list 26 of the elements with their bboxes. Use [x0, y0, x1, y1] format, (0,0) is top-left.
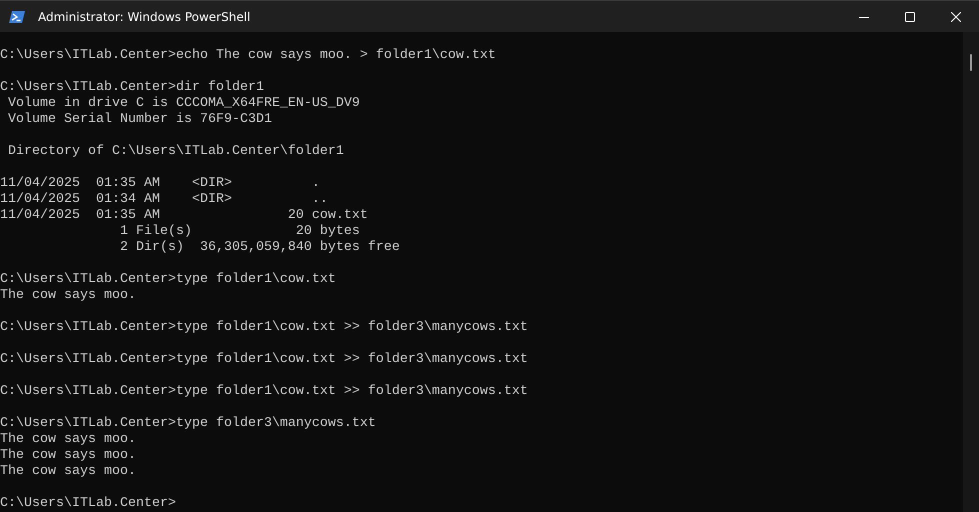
- window-title: Administrator: Windows PowerShell: [38, 10, 250, 24]
- console-line: C:\Users\ITLab.Center>type folder3\manycows.txt: [0, 416, 376, 431]
- console-line: 2 Dir(s) 36,305,059,840 bytes free: [118, 240, 400, 255]
- console-line: The cow says moo.: [0, 288, 136, 303]
- maximize-icon: [905, 12, 915, 22]
- console-line: C:\Users\ITLab.Center>type folder1\cow.txt >> folder3\manycows.txt: [0, 320, 528, 335]
- scrollbar-thumb[interactable]: [970, 54, 972, 71]
- powershell-icon: [9, 10, 25, 24]
- close-icon: [951, 12, 961, 22]
- console-line: 11/04/2025 01:35 AM <DIR> .: [0, 176, 320, 191]
- console-line: C:\Users\ITLab.Center>dir folder1: [0, 80, 264, 95]
- console-line: Volume Serial Number is 76F9-C3D1: [6, 112, 272, 127]
- console-line: C:\Users\ITLab.Center>type folder1\cow.txt >> folder3\manycows.txt: [0, 384, 528, 399]
- console-line: C:\Users\ITLab.Center>: [0, 496, 176, 511]
- console-line: C:\Users\ITLab.Center>type folder1\cow.txt >> folder3\manycows.txt: [0, 352, 528, 367]
- console-line: 1 File(s) 20 bytes: [118, 224, 360, 239]
- console-line: 11/04/2025 01:34 AM <DIR> ..: [0, 192, 328, 207]
- console-line: Volume in drive C is CCCOMA_X64FRE_EN-US_DV9: [6, 96, 360, 111]
- console-line: The cow says moo.: [0, 464, 136, 479]
- console-line: C:\Users\ITLab.Center>type folder1\cow.txt: [0, 272, 336, 287]
- scrollbar[interactable]: [963, 32, 979, 512]
- console-line: C:\Users\ITLab.Center>echo The cow says moo. > folder1\cow.txt: [0, 48, 496, 63]
- console-line: 11/04/2025 01:35 AM 20 cow.txt: [0, 208, 368, 223]
- console-line: The cow says moo.: [0, 432, 136, 447]
- console-line: Directory of C:\Users\ITLab.Center\folder1: [6, 144, 344, 159]
- console-line: The cow says moo.: [0, 448, 136, 463]
